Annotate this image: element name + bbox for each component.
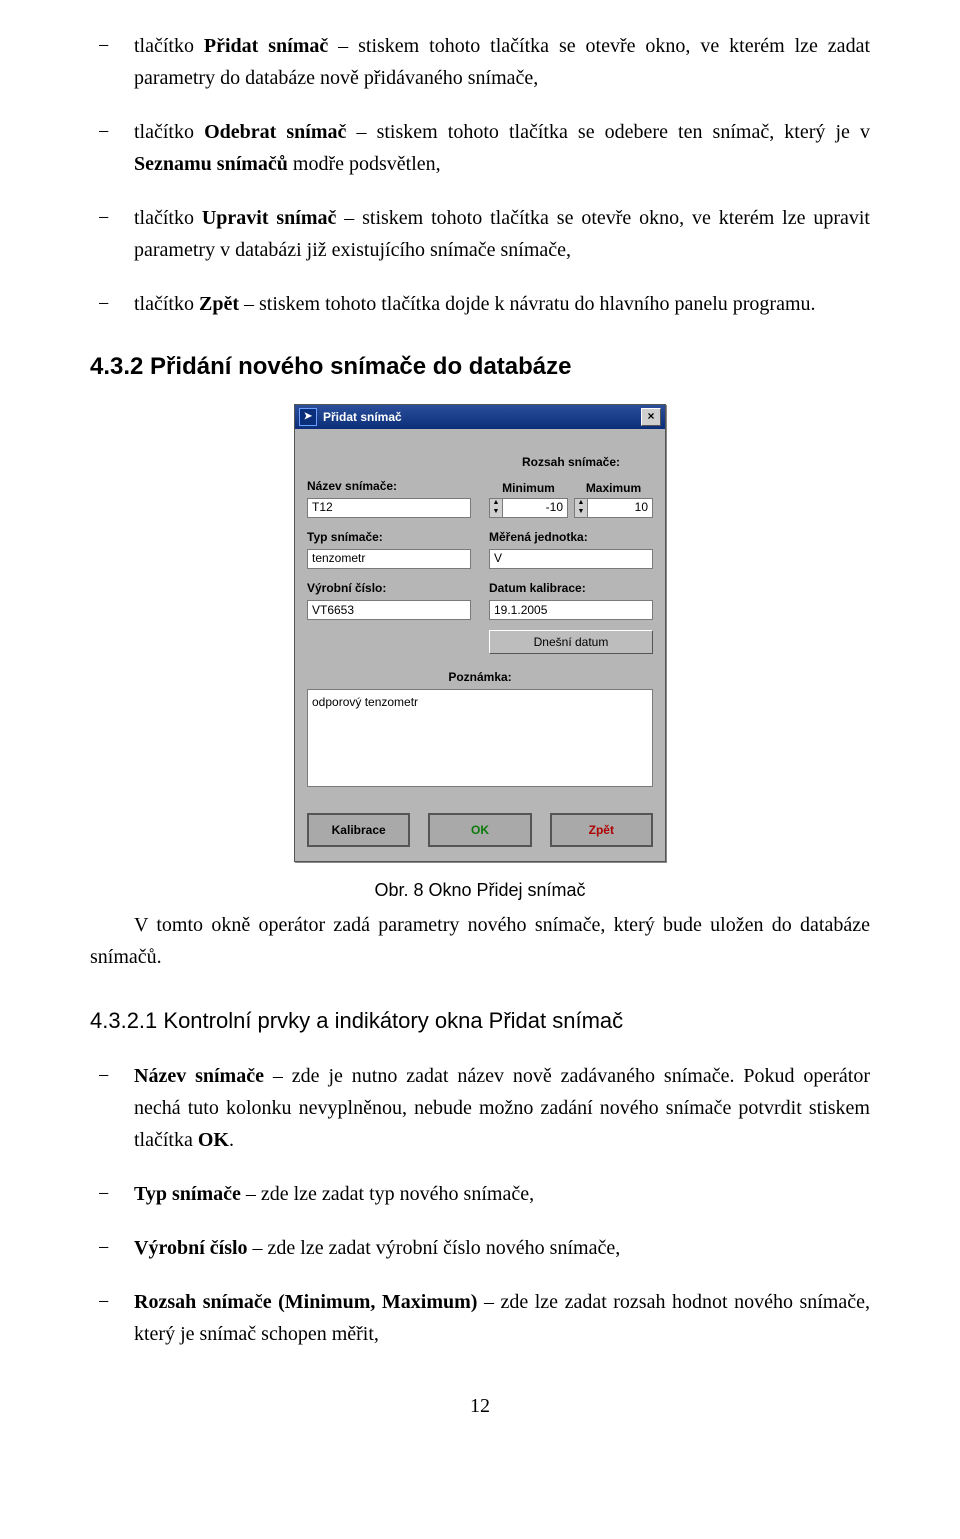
text: – zde lze zadat typ nového snímače, bbox=[241, 1183, 534, 1205]
value: T12 bbox=[312, 498, 333, 517]
label: Kalibrace bbox=[332, 821, 386, 840]
bold: Upravit snímač bbox=[202, 207, 337, 229]
value: odporový tenzometr bbox=[312, 695, 418, 709]
button-dnesni-datum[interactable]: Dnešní datum bbox=[489, 630, 653, 654]
label-max: Maximum bbox=[574, 479, 653, 498]
label-vyrobni: Výrobní číslo: bbox=[307, 579, 471, 598]
bold: Rozsah snímače (Minimum, Maximum) bbox=[134, 1291, 477, 1313]
label: OK bbox=[471, 821, 489, 840]
label-min: Minimum bbox=[489, 479, 568, 498]
value: 19.1.2005 bbox=[494, 601, 547, 620]
label-nazev: Název snímače: bbox=[307, 477, 471, 496]
label-jednotka: Měřená jednotka: bbox=[489, 528, 653, 547]
paragraph: V tomto okně operátor zadá parametry nov… bbox=[90, 909, 870, 973]
value: V bbox=[494, 549, 502, 568]
label-datum: Datum kalibrace: bbox=[489, 579, 653, 598]
input-vyrobni[interactable]: VT6653 bbox=[307, 600, 471, 620]
dialog-wrap: ➤ Přidat snímač × Rozsah snímače: Název … bbox=[90, 404, 870, 862]
text: – stiskem tohoto tlačítka dojde k návrat… bbox=[239, 293, 816, 315]
bold: Přidat snímač bbox=[204, 35, 328, 57]
value: 10 bbox=[635, 498, 648, 517]
input-nazev[interactable]: T12 bbox=[307, 498, 471, 518]
label: Dnešní datum bbox=[534, 633, 609, 652]
list-item: Typ snímače – zde lze zadat typ nového s… bbox=[90, 1178, 870, 1210]
value: -10 bbox=[546, 498, 563, 517]
value: tenzometr bbox=[312, 549, 365, 568]
subsection-heading: 4.3.2.1 Kontrolní prvky a indikátory okn… bbox=[90, 1003, 870, 1038]
bold: Název snímače bbox=[134, 1065, 264, 1087]
label-typ: Typ snímače: bbox=[307, 528, 471, 547]
input-jednotka[interactable]: V bbox=[489, 549, 653, 569]
dialog-pridat-snimac: ➤ Přidat snímač × Rozsah snímače: Název … bbox=[294, 404, 666, 862]
button-kalibrace[interactable]: Kalibrace bbox=[307, 813, 410, 847]
label-rozsah: Rozsah snímače: bbox=[489, 453, 653, 472]
page-number: 12 bbox=[90, 1390, 870, 1422]
figure-caption: Obr. 8 Okno Přidej snímač bbox=[90, 876, 870, 905]
spinner-arrows[interactable]: ▲▼ bbox=[489, 498, 502, 518]
label: Zpět bbox=[589, 821, 614, 840]
bold: Výrobní číslo bbox=[134, 1237, 248, 1259]
text: tlačítko bbox=[134, 35, 204, 57]
text: – stiskem tohoto tlačítka se odebere ten… bbox=[346, 121, 870, 143]
list-item: tlačítko Přidat snímač – stiskem tohoto … bbox=[90, 30, 870, 94]
button-ok[interactable]: OK bbox=[428, 813, 531, 847]
bold: Seznamu snímačů bbox=[134, 153, 288, 175]
page: tlačítko Přidat snímač – stiskem tohoto … bbox=[0, 0, 960, 1482]
bold: OK bbox=[198, 1129, 229, 1151]
close-icon[interactable]: × bbox=[641, 408, 661, 426]
text: tlačítko bbox=[134, 207, 202, 229]
list-item: tlačítko Upravit snímač – stiskem tohoto… bbox=[90, 202, 870, 266]
dialog-footer: Kalibrace OK Zpět bbox=[307, 813, 653, 847]
text: tlačítko bbox=[134, 121, 204, 143]
label-poznamka: Poznámka: bbox=[307, 668, 653, 687]
button-zpet[interactable]: Zpět bbox=[550, 813, 653, 847]
bold: Odebrat snímač bbox=[204, 121, 346, 143]
spinner-max[interactable]: ▲▼ 10 bbox=[574, 498, 653, 518]
section-heading: 4.3.2 Přidání nového snímače do databáze bbox=[90, 348, 870, 386]
chevron-up-icon[interactable]: ▲ bbox=[490, 499, 502, 508]
bullets-bottom: Název snímače – zde je nutno zadat název… bbox=[90, 1060, 870, 1350]
chevron-down-icon[interactable]: ▼ bbox=[490, 508, 502, 517]
spinner-arrows[interactable]: ▲▼ bbox=[574, 498, 587, 518]
textarea-poznamka[interactable]: odporový tenzometr bbox=[307, 689, 653, 787]
input-datum[interactable]: 19.1.2005 bbox=[489, 600, 653, 620]
list-item: Název snímače – zde je nutno zadat název… bbox=[90, 1060, 870, 1156]
bold: Zpět bbox=[199, 293, 239, 315]
list-item: tlačítko Zpět – stiskem tohoto tlačítka … bbox=[90, 288, 870, 320]
text: tlačítko bbox=[134, 293, 199, 315]
chevron-up-icon[interactable]: ▲ bbox=[575, 499, 587, 508]
value: VT6653 bbox=[312, 601, 354, 620]
spinner-min[interactable]: ▲▼ -10 bbox=[489, 498, 568, 518]
input-typ[interactable]: tenzometr bbox=[307, 549, 471, 569]
bullets-top: tlačítko Přidat snímač – stiskem tohoto … bbox=[90, 30, 870, 320]
bold: Typ snímače bbox=[134, 1183, 241, 1205]
app-icon: ➤ bbox=[299, 408, 317, 426]
list-item: Rozsah snímače (Minimum, Maximum) – zde … bbox=[90, 1286, 870, 1350]
list-item: Výrobní číslo – zde lze zadat výrobní čí… bbox=[90, 1232, 870, 1264]
list-item: tlačítko Odebrat snímač – stiskem tohoto… bbox=[90, 116, 870, 180]
chevron-down-icon[interactable]: ▼ bbox=[575, 508, 587, 517]
text: – zde lze zadat výrobní číslo nového sní… bbox=[248, 1237, 621, 1259]
text: modře podsvětlen, bbox=[288, 153, 441, 175]
dialog-title: Přidat snímač bbox=[323, 408, 402, 427]
text: . bbox=[229, 1129, 234, 1151]
titlebar[interactable]: ➤ Přidat snímač × bbox=[295, 405, 665, 429]
dialog-body: Rozsah snímače: Název snímače: T12 Minim… bbox=[295, 429, 665, 861]
